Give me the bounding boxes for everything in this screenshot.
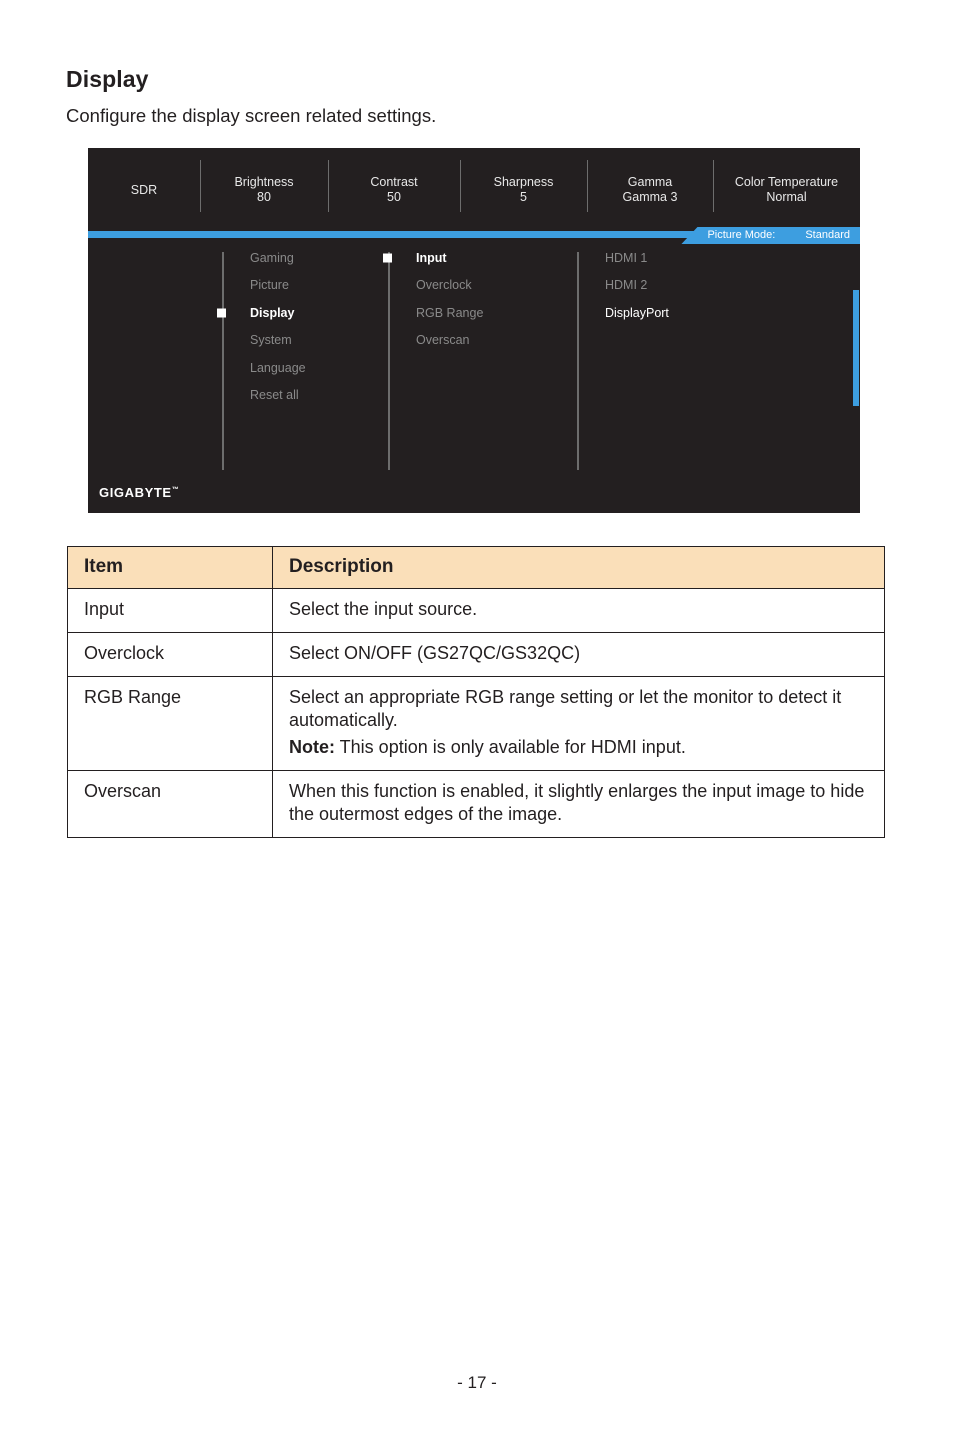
quick-setting-gamma[interactable]: Gamma Gamma 3 [587, 148, 713, 224]
osd-scrollbar[interactable] [853, 290, 859, 406]
description-line: When this function is enabled, it slight… [289, 781, 865, 824]
osd-menu-item-rgb-range[interactable]: RGB Range [388, 299, 568, 327]
quick-setting-sharpness[interactable]: Sharpness 5 [460, 148, 587, 224]
osd-quick-settings-bar: SDR Brightness 80 Contrast 50 Sharpness 5 Gamma… [88, 148, 860, 224]
quick-setting-brightness[interactable]: Brightness 80 [200, 148, 328, 224]
osd-menu-item-label: Language [250, 360, 306, 375]
page-title: Display [66, 66, 149, 92]
osd-menu-item-label: Reset all [250, 388, 299, 403]
osd-menu-item-overscan[interactable]: Overscan [388, 327, 568, 355]
osd-menu-item-displayport[interactable]: DisplayPort [577, 299, 757, 327]
cell-description: When this function is enabled, it slight… [272, 770, 885, 838]
page-subtitle: Configure the display screen related set… [66, 105, 437, 126]
osd-menu-item-system[interactable]: System [222, 327, 372, 355]
osd-menu-item-label: Overclock [416, 278, 472, 293]
osd-menu-item-label: DisplayPort [605, 305, 669, 320]
table-row: Overscan When this function is enabled, i… [67, 770, 885, 838]
osd-menu-item-label: RGB Range [416, 305, 484, 320]
picture-mode-label: Picture Mode: [707, 229, 776, 241]
quick-setting-value: 80 [257, 190, 271, 204]
quick-setting-label: Sharpness [493, 175, 554, 189]
quick-setting-label: Brightness [234, 175, 294, 189]
osd-menu-item-language[interactable]: Language [222, 354, 372, 382]
cell-description: Select an appropriate RGB range setting … [272, 676, 885, 771]
osd-menu-item-input[interactable]: Input [383, 244, 568, 272]
osd-menu-item-hdmi-1[interactable]: HDMI 1 [577, 244, 757, 272]
quick-setting-value: 5 [520, 190, 527, 204]
page-number: - 17 - [457, 1373, 497, 1392]
settings-description-table: Item Description Input Select the input s… [67, 546, 885, 838]
osd-menu-item-overclock[interactable]: Overclock [388, 272, 568, 300]
osd-menu-item-label: Overscan [416, 333, 470, 348]
selection-marker-icon [217, 308, 226, 318]
osd-menu-column-main: Gaming Picture Display System Language Reset … [217, 244, 372, 470]
note-text: This option is only available for HDMI i… [335, 737, 686, 757]
osd-menu-item-label: Input [416, 250, 447, 265]
osd-menu-body: Gaming Picture Display System Language Reset … [88, 244, 860, 513]
osd-menu-item-picture[interactable]: Picture [222, 272, 372, 300]
cell-description: Select the input source. [272, 588, 885, 633]
quick-setting-value: 50 [387, 190, 401, 204]
description-line: Select ON/OFF (GS27QC/GS32QC) [289, 643, 581, 663]
quick-setting-value: Normal [766, 190, 807, 204]
cell-item: Overclock [67, 632, 273, 677]
description-note: Note: This option is only available for … [289, 736, 870, 759]
description-line: Select an appropriate RGB range setting … [289, 687, 842, 730]
osd-menu-item-label: Display [250, 305, 295, 320]
picture-mode-indicator: Picture Mode: Standard [681, 227, 860, 244]
osd-menu-item-gaming[interactable]: Gaming [222, 244, 372, 272]
table-row: Overclock Select ON/OFF (GS27QC/GS32QC) [67, 632, 885, 677]
cell-item: RGB Range [67, 676, 273, 771]
quick-setting-label: Color Temperature [734, 175, 839, 189]
quick-setting-contrast[interactable]: Contrast 50 [328, 148, 460, 224]
osd-menu-item-label: System [250, 333, 292, 348]
quick-setting-label: SDR [130, 182, 158, 197]
osd-menu-item-label: HDMI 1 [605, 250, 648, 265]
osd-menu-item-hdmi-2[interactable]: HDMI 2 [577, 272, 757, 300]
logo-text: GIGABYTE [99, 485, 172, 500]
quick-setting-sdr[interactable]: SDR [88, 148, 200, 224]
osd-menu-screenshot: SDR Brightness 80 Contrast 50 Sharpness 5 Gamma… [88, 148, 860, 513]
selection-marker-icon [383, 253, 392, 263]
table-row: RGB Range Select an appropriate RGB range… [67, 676, 885, 771]
osd-menu-item-label: Picture [250, 278, 289, 293]
table-header-row: Item Description [67, 546, 885, 589]
quick-setting-label: Gamma [627, 175, 673, 189]
column-header-item: Item [67, 546, 273, 589]
gigabyte-logo: GIGABYTE™ [99, 485, 179, 500]
osd-menu-item-display[interactable]: Display [217, 299, 372, 327]
cell-item: Overscan [67, 770, 273, 838]
table-row: Input Select the input source. [67, 588, 885, 633]
column-header-description: Description [272, 546, 885, 589]
quick-setting-color-temperature[interactable]: Color Temperature Normal [713, 148, 860, 224]
osd-menu-item-label: HDMI 2 [605, 278, 648, 293]
logo-trademark: ™ [171, 486, 180, 494]
cell-description: Select ON/OFF (GS27QC/GS32QC) [272, 632, 885, 677]
note-label: Note: [289, 737, 335, 757]
osd-menu-column-input: HDMI 1 HDMI 2 DisplayPort [577, 244, 757, 470]
osd-menu-item-label: Gaming [250, 250, 294, 265]
quick-setting-label: Contrast [370, 175, 418, 189]
picture-mode-value: Standard [805, 229, 850, 241]
quick-setting-value: Gamma 3 [622, 190, 678, 204]
osd-menu-item-reset-all[interactable]: Reset all [222, 382, 372, 410]
osd-menu-column-display: Input Overclock RGB Range Overscan [383, 244, 568, 470]
description-line: Select the input source. [289, 599, 478, 619]
cell-item: Input [67, 588, 273, 633]
